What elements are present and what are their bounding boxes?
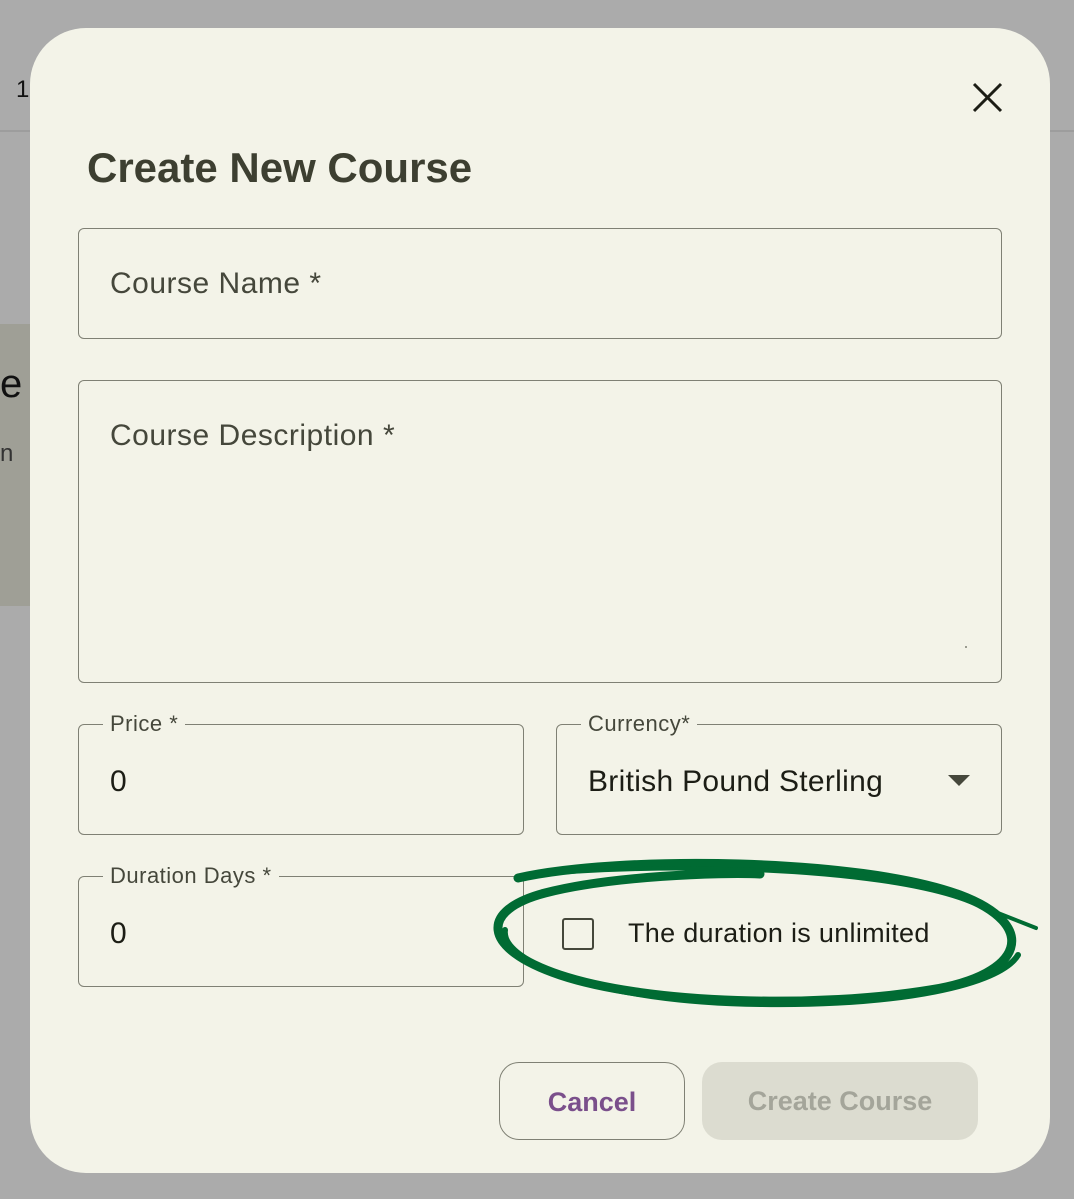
unlimited-duration-label[interactable]: The duration is unlimited (628, 918, 930, 949)
currency-selected-value: British Pound Sterling (588, 765, 884, 798)
price-label: Price * (103, 711, 186, 737)
course-description-textarea[interactable]: Course Description * (78, 380, 1002, 683)
unlimited-duration-checkbox[interactable] (562, 918, 594, 950)
course-description-placeholder: Course Description * (110, 419, 396, 452)
create-course-dialog: Create New Course Course Name * Course D… (30, 28, 1050, 1173)
cancel-button[interactable]: Cancel (499, 1062, 685, 1140)
duration-days-value: 0 (110, 917, 127, 950)
currency-select[interactable]: Currency* British Pound Sterling (556, 711, 1002, 835)
course-name-input[interactable]: Course Name * (78, 228, 1002, 339)
course-name-placeholder: Course Name * (110, 267, 322, 300)
duration-days-input[interactable]: Duration Days * 0 (78, 863, 524, 987)
dialog-title: Create New Course (87, 144, 473, 191)
background-card-sub-letter: n (0, 440, 14, 467)
currency-label: Currency* (581, 711, 698, 737)
background-card-letter: e (0, 362, 23, 406)
dropdown-arrow-icon (948, 775, 970, 786)
create-course-button[interactable]: Create Course (702, 1062, 978, 1140)
price-input[interactable]: Price * 0 (78, 711, 524, 835)
close-button[interactable] (968, 78, 1008, 118)
resize-handle-icon[interactable] (961, 642, 971, 652)
duration-days-label: Duration Days * (103, 863, 279, 889)
background-number: 1 (16, 76, 30, 103)
close-icon (972, 82, 1003, 113)
price-value: 0 (110, 765, 127, 798)
